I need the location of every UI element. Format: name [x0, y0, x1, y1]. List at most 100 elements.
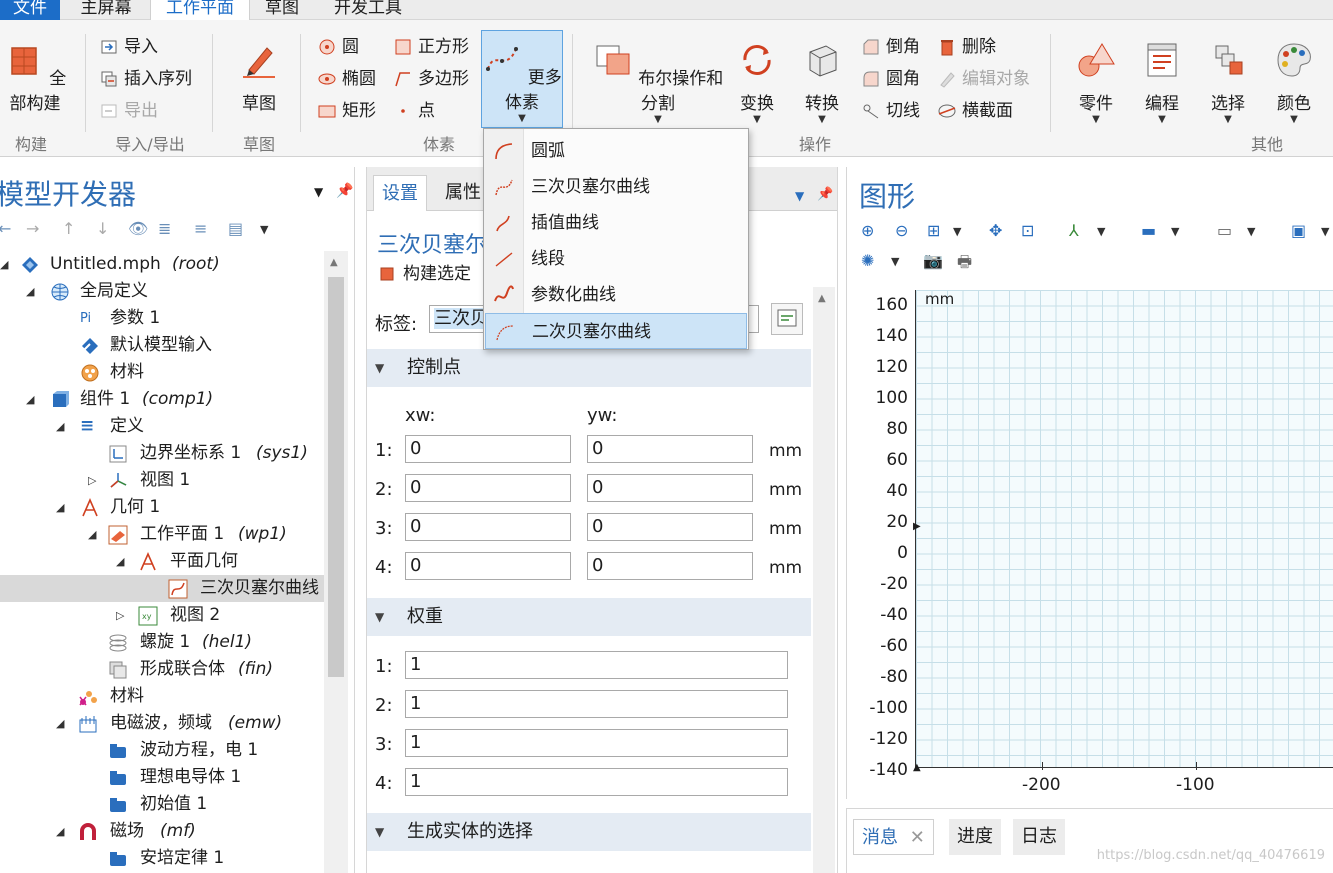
close-icon[interactable]: ✕ [910, 827, 925, 848]
zoom-box-icon[interactable]: ⊞ [927, 221, 940, 240]
zoom-extents-icon[interactable]: ✥ [989, 221, 1002, 240]
tree-node-work-plane[interactable]: ◢ 工作平面 1 (wp1) [0, 521, 330, 548]
control-point-x-field[interactable]: 0 [405, 552, 571, 580]
aperture-icon[interactable]: ✺ [861, 251, 874, 270]
tree-node-global-definitions[interactable]: ◢ 全局定义 [0, 278, 330, 305]
control-point-x-field[interactable]: 0 [405, 435, 571, 463]
collapse-icon[interactable]: ◢ [56, 818, 64, 845]
control-points-header[interactable]: ▼ 控制点 [367, 349, 811, 387]
tab-log[interactable]: 日志 [1013, 819, 1065, 855]
render-icon[interactable]: ▣ [1291, 221, 1306, 240]
tree-node-definitions[interactable]: ◢ ≡ 定义 [0, 413, 330, 440]
chevron-down-icon[interactable]: ▼ [1171, 225, 1179, 238]
parts-button[interactable]: 零件 ▼ [1066, 40, 1126, 126]
tab-developer[interactable]: 开发工具 [318, 0, 418, 20]
chevron-up-icon[interactable]: ▲ [330, 257, 338, 268]
chevron-down-icon[interactable]: ▼ [1321, 225, 1329, 238]
menu-item-cubic-bezier[interactable]: 三次贝塞尔曲线 [485, 169, 747, 205]
chevron-down-icon[interactable]: ▼ [314, 185, 323, 199]
reset-label-button[interactable] [771, 303, 803, 335]
list-icon[interactable]: ▤ [228, 219, 243, 238]
menu-item-line-segment[interactable]: 线段 [485, 241, 747, 277]
programming-button[interactable]: 编程 ▼ [1132, 40, 1192, 126]
menu-item-interpolation-curve[interactable]: 插值曲线 [485, 205, 747, 241]
tree-node-default-inputs[interactable]: 默认模型输入 [0, 332, 330, 359]
weight-field[interactable]: 1 [405, 729, 788, 757]
select-box-icon[interactable]: ▬ [1141, 221, 1156, 240]
eye-icon[interactable]: 👁 [128, 219, 148, 238]
tree-node-plane-geometry[interactable]: ◢ 平面几何 [0, 548, 330, 575]
pin-icon[interactable]: 📌 [817, 187, 833, 202]
graphics-canvas[interactable] [915, 290, 1333, 768]
tree-node-ampere-law[interactable]: 安培定律 1 [0, 845, 330, 872]
settings-scrollbar[interactable]: ▲ [813, 287, 835, 873]
axis-icon[interactable]: ⅄ [1069, 221, 1079, 240]
chevron-up-icon[interactable]: ▲ [818, 293, 826, 304]
edit-object-button[interactable]: 编辑对象 [938, 67, 1030, 91]
tab-workplane[interactable]: 工作平面 [150, 0, 250, 20]
scrollbar-thumb[interactable] [328, 277, 344, 677]
cross-section-button[interactable]: 横截面 [938, 99, 1013, 123]
chevron-down-icon[interactable]: ▼ [1097, 225, 1105, 238]
import-button[interactable]: 导入 [100, 35, 158, 59]
tree-node-materials-global[interactable]: 材料 [0, 359, 330, 386]
tree-node-cubic-bezier[interactable]: 三次贝塞尔曲线 [0, 575, 324, 602]
tree-node-form-union[interactable]: 形成联合体 (fin) [0, 656, 330, 683]
chevron-down-icon[interactable]: ▼ [260, 223, 268, 236]
sketch-button[interactable]: 草图 [228, 40, 290, 114]
collapse-icon[interactable]: ◢ [88, 521, 96, 548]
control-point-x-field[interactable]: 0 [405, 513, 571, 541]
collapse-icon[interactable]: ◢ [26, 278, 34, 305]
tab-home[interactable]: 主屏幕 [66, 0, 146, 20]
tree-node-magnetic-fields[interactable]: ◢ 磁场 (mf) [0, 818, 330, 845]
control-point-x-field[interactable]: 0 [405, 474, 571, 502]
arrow-right-icon[interactable]: → [26, 219, 39, 238]
tree-node-emw[interactable]: ◢ 电磁波，频域 (emw) [0, 710, 330, 737]
tree-node-initial-values[interactable]: 初始值 1 [0, 791, 330, 818]
circle-button[interactable]: 圆 [318, 35, 359, 59]
tree-node-wave-equation[interactable]: 波动方程，电 1 [0, 737, 330, 764]
menu-item-parametric-curve[interactable]: 参数化曲线 [485, 277, 747, 313]
square-button[interactable]: 正方形 [394, 35, 469, 59]
tangent-button[interactable]: 切线 [862, 99, 920, 123]
control-point-y-field[interactable]: 0 [587, 513, 753, 541]
delete-button[interactable]: 删除 [938, 35, 996, 59]
tree-node-materials[interactable]: 材料 [0, 683, 330, 710]
color-button[interactable]: 颜色 ▼ [1264, 40, 1324, 126]
menu-item-circular-arc[interactable]: 圆弧 [485, 133, 747, 169]
tree-node-pec[interactable]: 理想电导体 1 [0, 764, 330, 791]
menu-item-quadratic-bezier[interactable]: 二次贝塞尔曲线 [485, 313, 747, 349]
weight-field[interactable]: 1 [405, 690, 788, 718]
camera-icon[interactable]: 📷 [923, 251, 943, 270]
arrow-down-icon[interactable]: ↓ [96, 219, 109, 238]
print-icon[interactable]: 🖶 [957, 251, 972, 278]
ellipse-button[interactable]: 椭圆 [318, 67, 376, 91]
tree-node-helix[interactable]: 螺旋 1 (hel1) [0, 629, 330, 656]
fillet-button[interactable]: 圆角 [862, 67, 920, 91]
collapse-icon[interactable]: ◢ [56, 494, 64, 521]
collapse-icon[interactable]: ◢ [116, 548, 124, 575]
collapse-all-icon[interactable]: ≡ [194, 219, 207, 238]
chevron-down-icon[interactable]: ▼ [1247, 225, 1255, 238]
collapse-icon[interactable]: ◢ [56, 710, 64, 737]
expand-icon[interactable]: ▷ [116, 602, 124, 629]
insert-sequence-button[interactable]: 插入序列 [100, 67, 192, 91]
weight-field[interactable]: 1 [405, 651, 788, 679]
control-point-y-field[interactable]: 0 [587, 435, 753, 463]
tree-node-view-1[interactable]: ▷ 视图 1 [0, 467, 330, 494]
export-button[interactable]: 导出 [100, 99, 158, 123]
collapse-icon[interactable]: ◢ [0, 251, 8, 278]
expand-icon[interactable]: ▷ [88, 467, 96, 494]
weights-header[interactable]: ▼ 权重 [367, 598, 811, 636]
chevron-down-icon[interactable]: ▼ [891, 255, 899, 268]
point-button[interactable]: 点 [394, 99, 435, 123]
transform-button[interactable]: 变换 ▼ [730, 40, 784, 126]
chevron-down-icon[interactable]: ▼ [953, 225, 961, 238]
tab-file[interactable]: 文件 [0, 0, 60, 20]
layers-icon[interactable]: ▭ [1217, 221, 1232, 240]
arrow-up-icon[interactable]: ↑ [62, 219, 75, 238]
convert-button[interactable]: 转换 ▼ [795, 40, 849, 126]
tree-scrollbar[interactable]: ▲ [324, 251, 348, 873]
tree-node-view-2[interactable]: ▷ xy 视图 2 [0, 602, 330, 629]
zoom-in-icon[interactable]: ⊕ [861, 221, 874, 240]
